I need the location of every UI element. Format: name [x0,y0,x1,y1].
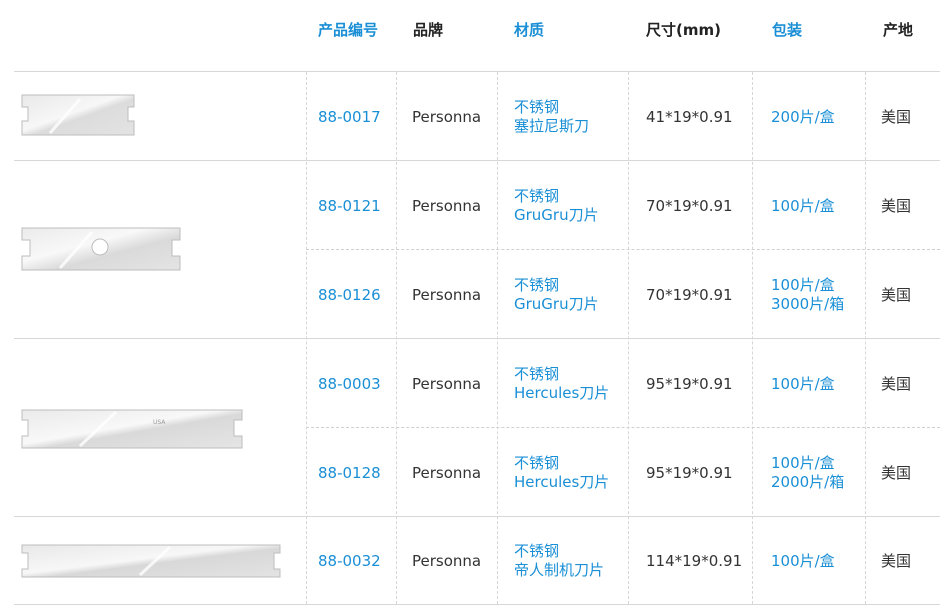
header-brand: 品牌 [413,21,444,39]
row-package: 100片/盒 [771,552,835,570]
row-size: 95*19*0.91 [646,464,733,482]
column-divider [306,72,307,604]
row-brand: Personna [412,375,482,393]
header-size: 尺寸(mm) [646,21,721,39]
row-brand: Personna [412,197,482,215]
row-divider [306,249,940,250]
row-divider [306,427,940,428]
row-code: 88-0128 [318,464,381,482]
row-code: 88-0003 [318,375,381,393]
row-brand: Personna [412,108,482,126]
row-material: 不锈钢 塞拉尼斯刀 [514,98,590,135]
row-origin: 美国 [881,108,912,126]
row-package: 100片/盒 [771,197,835,215]
row-size: 70*19*0.91 [646,286,733,304]
row-brand: Personna [412,286,482,304]
row-origin: 美国 [881,286,912,304]
blade-gru-image [20,226,182,272]
row-brand: Personna [412,464,482,482]
row-code: 88-0032 [318,552,381,570]
row-divider [14,160,940,161]
column-divider [628,72,629,604]
product-table: 产品编号 品牌 材质 尺寸(mm) 包装 产地 USA 88-0017 Pers… [0,0,940,606]
row-divider [14,338,940,339]
row-code: 88-0017 [318,108,381,126]
row-size: 70*19*0.91 [646,197,733,215]
row-code: 88-0121 [318,197,381,215]
row-code: 88-0126 [318,286,381,304]
blade-hercules-image: USA [20,408,244,450]
blade-stamp: USA [153,419,166,426]
row-size: 41*19*0.91 [646,108,733,126]
header-material: 材质 [514,21,545,39]
row-origin: 美国 [881,375,912,393]
row-divider [14,516,940,517]
row-origin: 美国 [881,464,912,482]
row-package: 200片/盒 [771,108,835,126]
column-divider [497,72,498,604]
row-material: 不锈钢 帝人制机刀片 [514,542,605,579]
table-header: 产品编号 品牌 材质 尺寸(mm) 包装 产地 [0,0,940,72]
row-origin: 美国 [881,197,912,215]
column-divider [752,72,753,604]
row-package: 100片/盒 [771,375,835,393]
row-material: 不锈钢 GruGru刀片 [514,187,599,224]
row-size: 95*19*0.91 [646,375,733,393]
header-code: 产品编号 [318,21,379,39]
row-divider [14,604,940,605]
row-package: 100片/盒 2000片/箱 [771,454,845,491]
row-package: 100片/盒 3000片/箱 [771,276,845,313]
header-package: 包装 [772,21,803,39]
row-material: 不锈钢 Hercules刀片 [514,365,610,402]
header-origin: 产地 [883,21,914,39]
row-origin: 美国 [881,552,912,570]
blade-long-image [20,543,282,579]
row-divider [14,71,940,72]
row-material: 不锈钢 GruGru刀片 [514,276,599,313]
row-brand: Personna [412,552,482,570]
column-divider [396,72,397,604]
column-divider [865,72,866,604]
row-size: 114*19*0.91 [646,552,743,570]
row-material: 不锈钢 Hercules刀片 [514,454,610,491]
blade-short-image [20,93,136,137]
